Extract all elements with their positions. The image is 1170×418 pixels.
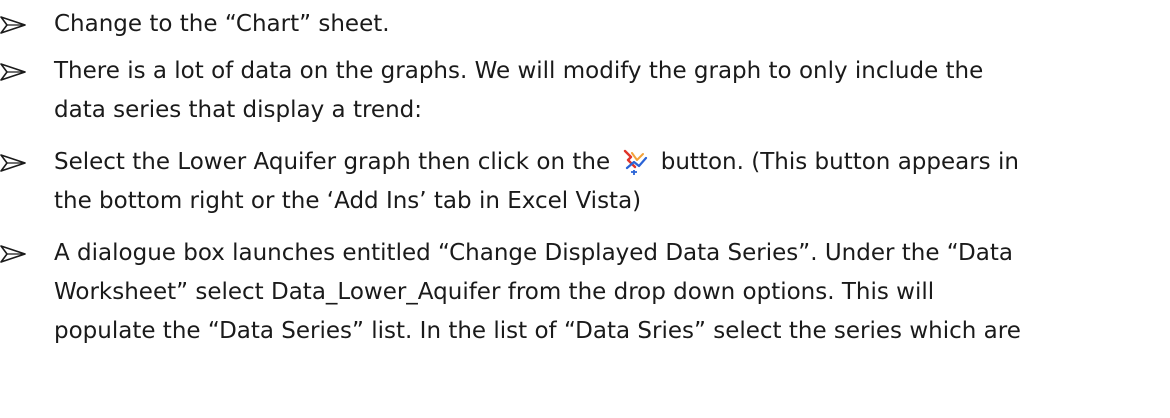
instruction-text-line: Change to the “Chart” sheet. xyxy=(54,11,390,37)
instruction-text-line: There is a lot of data on the graphs. We… xyxy=(54,58,984,84)
instruction-text-line: populate the “Data Series” list. In the … xyxy=(54,318,1021,344)
instruction-item-2: There is a lot of data on the graphs. We… xyxy=(0,52,1154,130)
instruction-text-line: A dialogue box launches entitled “Change… xyxy=(54,240,1013,266)
instruction-text-after-icon: button. (This button appears in xyxy=(660,149,1019,175)
instruction-item-1: Change to the “Chart” sheet. xyxy=(0,5,1154,44)
instruction-item-4: A dialogue box launches entitled “Change… xyxy=(0,234,1154,351)
instruction-text-line: Select the Lower Aquifer graph then clic… xyxy=(54,143,1154,182)
instruction-text-line: data series that display a trend: xyxy=(54,97,422,123)
chart-series-button-icon xyxy=(624,149,648,175)
instruction-document: Change to the “Chart” sheet. There is a … xyxy=(0,0,1170,418)
instruction-item-3: Select the Lower Aquifer graph then clic… xyxy=(0,143,1154,221)
instruction-text-line: the bottom right or the ‘Add Ins’ tab in… xyxy=(54,188,642,214)
instruction-text-before-icon: Select the Lower Aquifer graph then clic… xyxy=(54,149,611,175)
arrow-bullet-icon xyxy=(0,245,26,263)
arrow-bullet-icon xyxy=(0,63,26,81)
instruction-text-line: Worksheet” select Data_Lower_Aquifer fro… xyxy=(54,279,935,305)
arrow-bullet-icon xyxy=(0,154,26,172)
arrow-bullet-icon xyxy=(0,16,26,34)
